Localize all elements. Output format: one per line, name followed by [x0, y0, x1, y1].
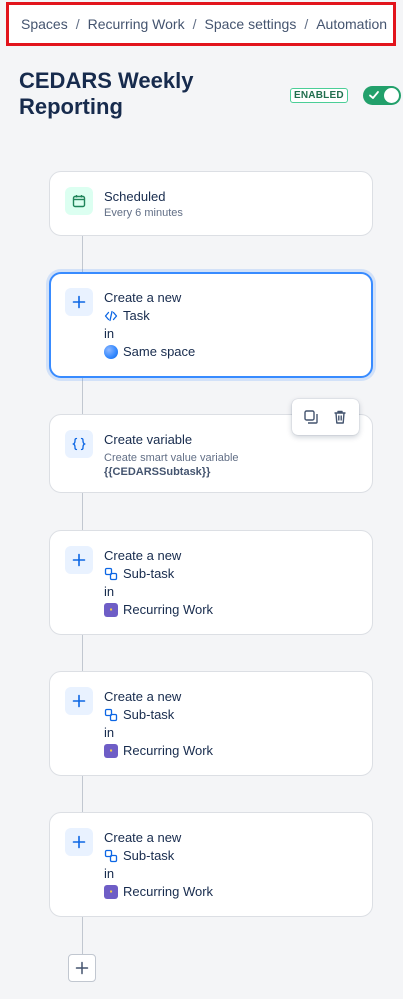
- variable-subtitle: Create smart value variable: [104, 452, 239, 464]
- subtask-icon: [104, 708, 118, 722]
- breadcrumb-space-settings[interactable]: Space settings: [204, 16, 296, 32]
- breadcrumb-separator: /: [192, 16, 197, 32]
- in-label: in: [104, 866, 115, 881]
- status-badge: ENABLED: [290, 88, 348, 103]
- variable-name: {{CEDARSSubtask}}: [104, 466, 211, 478]
- trash-icon[interactable]: [328, 405, 352, 429]
- issue-type-label: Task: [123, 308, 150, 323]
- plus-icon: [65, 288, 93, 316]
- action-card-create-subtask[interactable]: Create a new Sub-task in ▪ Recurring Wor…: [49, 812, 373, 917]
- calendar-icon: [65, 187, 93, 215]
- action-card-create-subtask[interactable]: Create a new Sub-task in ▪ Recurring Wor…: [49, 671, 373, 776]
- plus-icon: [65, 687, 93, 715]
- trigger-card[interactable]: Scheduled Every 6 minutes: [49, 171, 373, 236]
- braces-icon: [65, 430, 93, 458]
- space-label: Same space: [123, 344, 196, 359]
- subtask-icon: [104, 849, 118, 863]
- subtask-icon: [104, 567, 118, 581]
- in-label: in: [104, 725, 115, 740]
- plus-icon: [75, 961, 89, 975]
- copy-icon[interactable]: [299, 405, 323, 429]
- action-line: Create a new: [104, 548, 182, 563]
- add-component-button[interactable]: [68, 954, 96, 982]
- action-line: Create a new: [104, 689, 182, 704]
- plus-icon: [65, 546, 93, 574]
- page-title: CEDARS Weekly Reporting: [19, 68, 194, 119]
- action-line: Create a new: [104, 290, 182, 305]
- breadcrumb-automation[interactable]: Automation: [316, 16, 387, 32]
- in-label: in: [104, 584, 115, 599]
- space-label: Recurring Work: [123, 743, 214, 758]
- code-icon: [104, 310, 118, 322]
- breadcrumb-spaces[interactable]: Spaces: [21, 16, 68, 32]
- card-toolbar: [292, 399, 359, 435]
- trigger-subtitle: Every 6 minutes: [104, 207, 183, 219]
- check-icon: [369, 91, 379, 99]
- action-line: Create a new: [104, 830, 182, 845]
- space-icon: ▪: [104, 885, 118, 899]
- space-label: Recurring Work: [123, 884, 214, 899]
- issue-type-label: Sub-task: [123, 848, 175, 863]
- action-card-create-task[interactable]: Create a new Task in Same space: [49, 272, 373, 378]
- plus-icon: [65, 828, 93, 856]
- space-icon: ▪: [104, 603, 118, 617]
- breadcrumb-separator: /: [304, 16, 309, 32]
- breadcrumb: Spaces / Recurring Work / Space settings…: [6, 2, 396, 46]
- space-label: Recurring Work: [123, 602, 214, 617]
- rule-enabled-toggle[interactable]: [363, 86, 401, 105]
- issue-type-label: Sub-task: [123, 566, 175, 581]
- toggle-knob: [384, 88, 399, 103]
- in-label: in: [104, 326, 115, 341]
- space-icon: ▪: [104, 744, 118, 758]
- action-card-create-subtask[interactable]: Create a new Sub-task in ▪ Recurring Wor…: [49, 530, 373, 635]
- trigger-title: Scheduled: [104, 189, 166, 204]
- breadcrumb-recurring-work[interactable]: Recurring Work: [88, 16, 185, 32]
- issue-type-label: Sub-task: [123, 707, 175, 722]
- breadcrumb-separator: /: [75, 16, 80, 32]
- globe-icon: [104, 345, 118, 359]
